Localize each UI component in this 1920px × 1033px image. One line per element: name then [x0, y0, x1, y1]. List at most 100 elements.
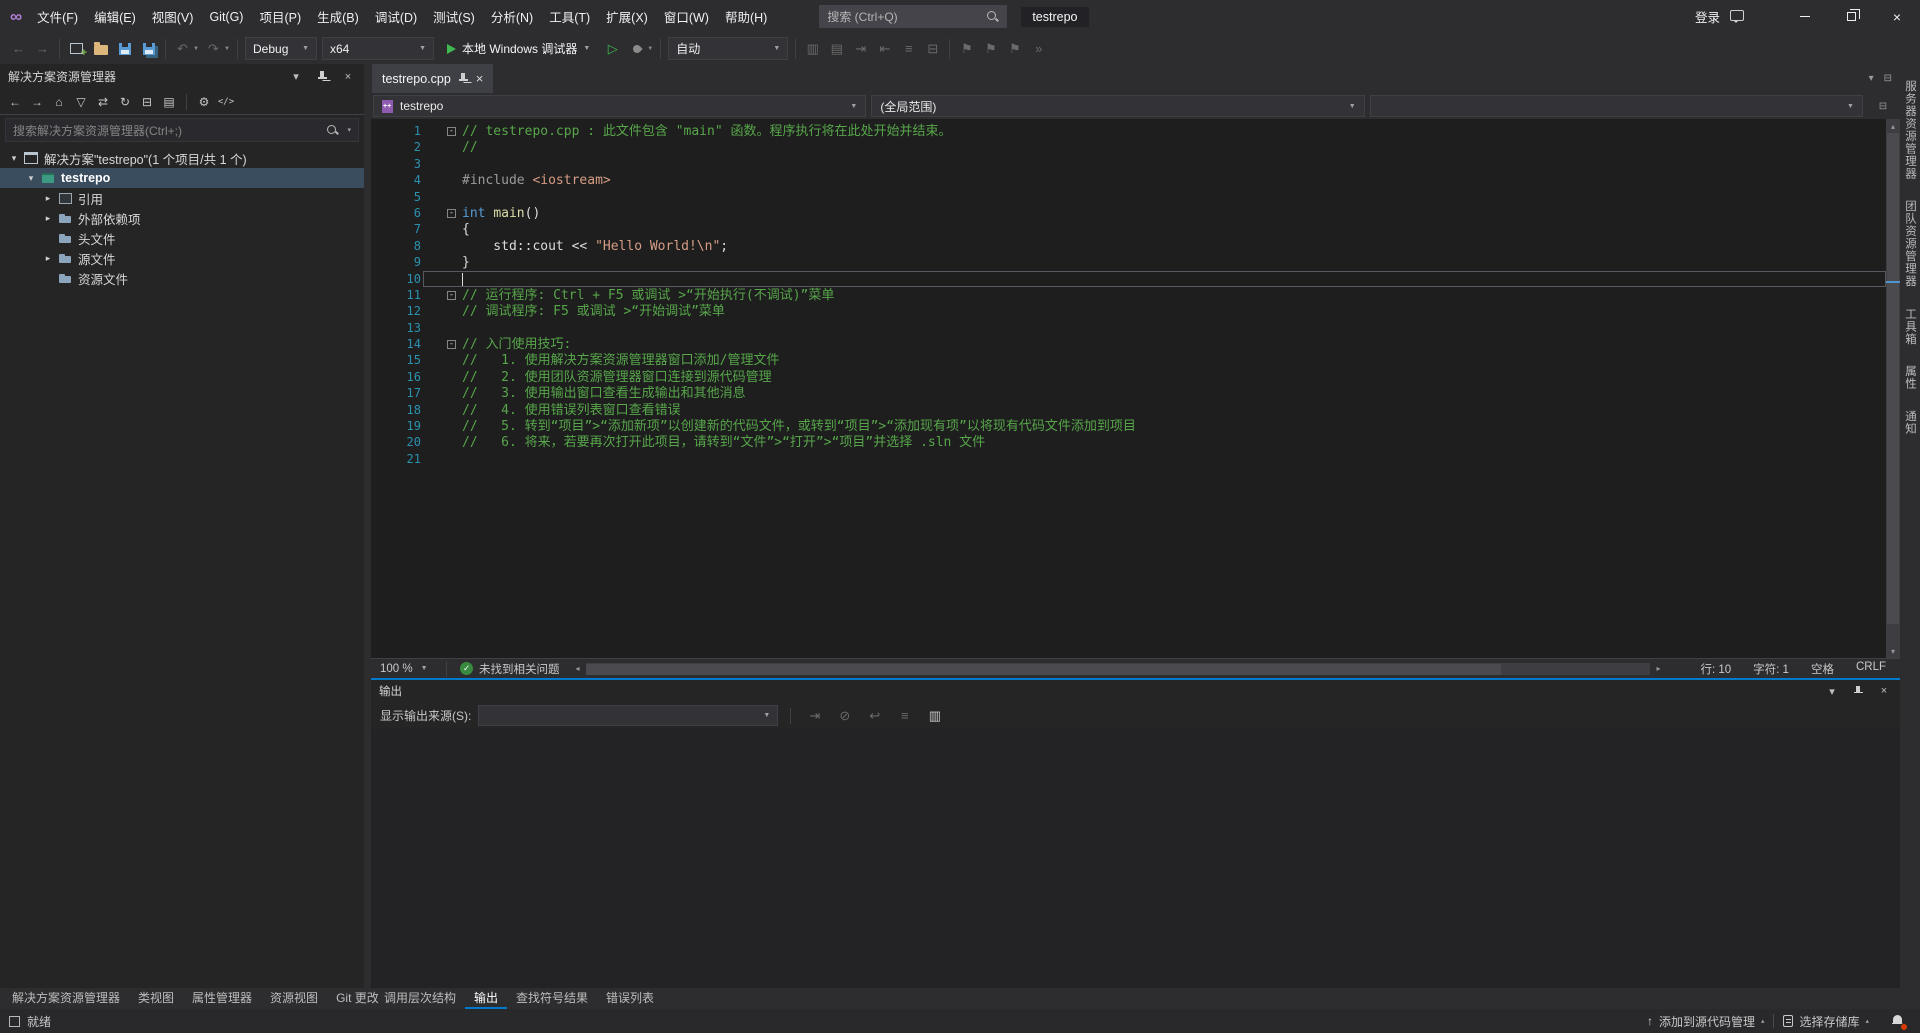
menu-window[interactable]: 窗口(W): [656, 0, 717, 33]
editor-horizontal-scrollbar[interactable]: ◂ ▸: [570, 659, 1667, 678]
hot-reload-dropdown-icon[interactable]: ▼: [647, 46, 655, 52]
outdent-icon[interactable]: ⇤: [873, 37, 896, 60]
panel-tab-find-symbol-results[interactable]: 查找符号结果: [507, 988, 597, 1009]
close-tab-icon[interactable]: ×: [476, 71, 484, 86]
scroll-up-icon[interactable]: ▴: [1886, 119, 1900, 133]
properties-icon[interactable]: ⚙: [194, 92, 214, 112]
code-line-10[interactable]: 10: [371, 271, 1886, 287]
panel-tab-class-view[interactable]: 类视图: [129, 988, 183, 1009]
add-to-source-control-button[interactable]: ↑ 添加到源代码管理 ▴: [1638, 1009, 1774, 1033]
code-line-15[interactable]: 15// 1. 使用解决方案资源管理器窗口添加/管理文件: [371, 352, 1886, 368]
scroll-left-icon[interactable]: ◂: [570, 662, 586, 676]
show-all-files-icon[interactable]: ▤: [825, 37, 848, 60]
navigate-forward-icon[interactable]: →: [31, 37, 54, 60]
pin-icon[interactable]: [1850, 683, 1866, 699]
refresh-icon[interactable]: ↻: [115, 92, 135, 112]
project-dropdown[interactable]: testrepo ▼: [373, 95, 866, 117]
pin-tab-icon[interactable]: [459, 73, 468, 84]
collapse-all-icon[interactable]: ⊟: [137, 92, 157, 112]
word-wrap-icon[interactable]: ↩: [863, 704, 886, 727]
document-tab-testrepo-cpp[interactable]: testrepo.cpp ×: [372, 64, 493, 93]
member-dropdown[interactable]: ▼: [1370, 95, 1863, 117]
configuration-dropdown[interactable]: Debug ▼: [245, 37, 317, 60]
show-all-files-icon[interactable]: ▤: [159, 92, 179, 112]
next-bookmark-icon[interactable]: ⚑: [1003, 37, 1026, 60]
scroll-right-icon[interactable]: ▸: [1650, 662, 1666, 676]
fold-toggle-icon[interactable]: -: [447, 340, 456, 349]
tree-item-references[interactable]: ▸引用: [0, 188, 364, 208]
fold-toggle-icon[interactable]: -: [447, 209, 456, 218]
auto-dropdown[interactable]: 自动 ▼: [668, 37, 788, 60]
editor-vertical-scrollbar[interactable]: ▴ ▾: [1886, 119, 1900, 658]
scroll-down-icon[interactable]: ▾: [1886, 644, 1900, 658]
code-line-11[interactable]: 11-// 运行程序: Ctrl + F5 或调试 >“开始执行(不调试)”菜单: [371, 287, 1886, 303]
scrollbar-thumb[interactable]: [586, 664, 1502, 676]
active-files-dropdown-icon[interactable]: ▾: [1869, 73, 1874, 84]
auto-hide-tab-toolbox[interactable]: 工具箱: [1902, 308, 1918, 346]
code-line-1[interactable]: 1-// testrepo.cpp : 此文件包含 "main" 函数。程序执行…: [371, 123, 1886, 139]
code-line-18[interactable]: 18// 4. 使用错误列表窗口查看错误: [371, 402, 1886, 418]
code-line-13[interactable]: 13: [371, 320, 1886, 336]
menu-analyze[interactable]: 分析(N): [483, 0, 541, 33]
scrollbar-track[interactable]: [1886, 133, 1900, 644]
code-line-19[interactable]: 19// 5. 转到“项目”>“添加新项”以创建新的代码文件，或转到“项目”>“…: [371, 418, 1886, 434]
close-panel-icon[interactable]: ×: [1876, 683, 1892, 699]
line-ending-indicator[interactable]: CRLF: [1856, 661, 1886, 677]
output-content[interactable]: [371, 729, 1900, 988]
menu-project[interactable]: 项目(P): [251, 0, 309, 33]
tree-item-external-dependencies[interactable]: ▸外部依赖项: [0, 208, 364, 228]
code-line-3[interactable]: 3: [371, 156, 1886, 172]
navigate-backward-icon[interactable]: ←: [7, 37, 30, 60]
menu-git[interactable]: Git(G): [201, 0, 251, 33]
code-line-4[interactable]: 4#include <iostream>: [371, 172, 1886, 188]
solution-search-input[interactable]: 搜索解决方案资源管理器(Ctrl+;) ▾: [5, 118, 359, 142]
previous-bookmark-icon[interactable]: ⚑: [979, 37, 1002, 60]
save-all-icon[interactable]: [137, 37, 160, 60]
select-repository-button[interactable]: 选择存储库 ▴: [1774, 1009, 1878, 1033]
tree-item-resource-files[interactable]: 资源文件: [0, 268, 364, 288]
panel-tab-solution-explorer[interactable]: 解决方案资源管理器: [3, 988, 129, 1009]
indent-icon[interactable]: ⇥: [849, 37, 872, 60]
save-icon[interactable]: [113, 37, 136, 60]
menu-file[interactable]: 文件(F): [29, 0, 86, 33]
spaces-indicator[interactable]: 空格: [1811, 661, 1834, 677]
filter-icon[interactable]: ▽: [71, 92, 91, 112]
hot-reload-icon[interactable]: [625, 37, 648, 60]
menu-tools[interactable]: 工具(T): [541, 0, 598, 33]
output-titlebar[interactable]: 输出 ▾ ×: [371, 680, 1900, 702]
menu-debug[interactable]: 调试(D): [367, 0, 425, 33]
code-line-5[interactable]: 5: [371, 189, 1886, 205]
float-window-icon[interactable]: ⊟: [1884, 73, 1892, 84]
code-line-6[interactable]: 6-int main(): [371, 205, 1886, 221]
quick-search-box[interactable]: 搜索 (Ctrl+Q): [819, 5, 1007, 28]
redo-dropdown-icon[interactable]: ▼: [224, 46, 232, 52]
expander-icon[interactable]: ▸: [40, 253, 56, 264]
menu-edit[interactable]: 编辑(E): [86, 0, 144, 33]
messages-icon[interactable]: ≡: [893, 704, 916, 727]
expander-icon[interactable]: ▸: [40, 193, 56, 204]
expander-icon[interactable]: ▸: [40, 213, 56, 224]
code-line-2[interactable]: 2//: [371, 139, 1886, 155]
auto-hide-tab-server-explorer[interactable]: 服务器资源管理器: [1902, 80, 1918, 180]
goto-message-icon[interactable]: ⇥: [803, 704, 826, 727]
chevron-down-icon[interactable]: ▾: [347, 126, 351, 134]
close-panel-icon[interactable]: ×: [340, 69, 356, 85]
menu-test[interactable]: 测试(S): [425, 0, 483, 33]
split-window-icon[interactable]: ⊟: [1868, 101, 1898, 112]
code-map-icon[interactable]: ▥: [801, 37, 824, 60]
minimize-button[interactable]: [1782, 0, 1828, 33]
document-health-indicator[interactable]: ✓ 未找到相关问题: [452, 661, 568, 677]
zoom-dropdown[interactable]: 100 % ▼: [371, 663, 441, 675]
code-line-14[interactable]: 14-// 入门使用技巧:: [371, 336, 1886, 352]
window-position-icon[interactable]: ▾: [1824, 683, 1840, 699]
expander-icon[interactable]: ▾: [6, 153, 22, 164]
code-line-9[interactable]: 9}: [371, 254, 1886, 270]
undo-icon[interactable]: ↶: [171, 37, 194, 60]
autoscroll-icon[interactable]: ▥: [923, 704, 946, 727]
start-debugging-button[interactable]: 本地 Windows 调试器 ▼: [439, 37, 598, 60]
panel-tab-error-list[interactable]: 错误列表: [597, 988, 663, 1009]
menu-help[interactable]: 帮助(H): [717, 0, 775, 33]
open-file-icon[interactable]: [89, 37, 112, 60]
sign-in-button[interactable]: 登录: [1689, 7, 1726, 26]
start-without-debugging-icon[interactable]: ▷: [601, 37, 624, 60]
